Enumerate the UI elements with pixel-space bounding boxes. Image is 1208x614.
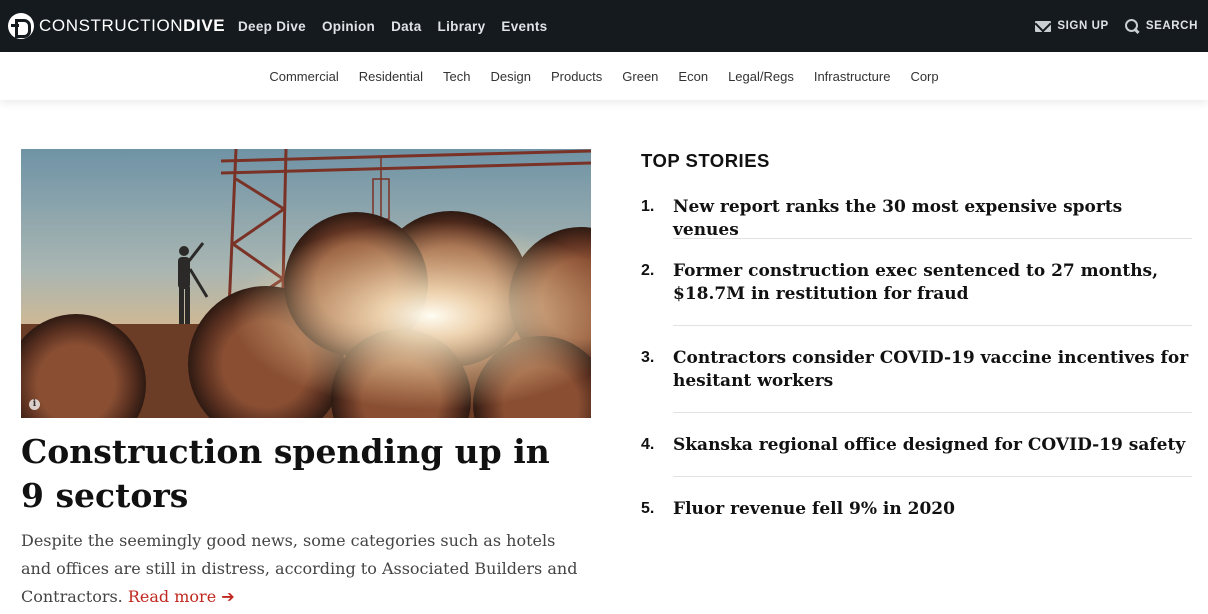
nav-deep-dive[interactable]: Deep Dive <box>238 19 306 34</box>
topic-nav: Commercial Residential Tech Design Produ… <box>0 52 1208 100</box>
topic-green[interactable]: Green <box>622 69 658 84</box>
story-divider <box>673 238 1192 239</box>
story-link[interactable]: Contractors consider COVID-19 vaccine in… <box>673 347 1192 393</box>
story-divider <box>673 412 1192 413</box>
read-more-link[interactable]: Read more ➔ <box>128 587 235 606</box>
topic-products[interactable]: Products <box>551 69 602 84</box>
signup-label: SIGN UP <box>1057 20 1109 32</box>
story-number: 4. <box>641 436 655 453</box>
hero-headline[interactable]: Construction spending up in 9 sectors <box>21 430 581 518</box>
top-stories-heading: TOP STORIES <box>641 150 770 171</box>
nav-events[interactable]: Events <box>501 19 547 34</box>
signup-button[interactable]: SIGN UP <box>1035 20 1109 32</box>
story-number: 2. <box>641 262 655 279</box>
topic-legal-regs[interactable]: Legal/Regs <box>728 69 794 84</box>
nav-opinion[interactable]: Opinion <box>322 19 375 34</box>
topic-design[interactable]: Design <box>491 69 531 84</box>
main-nav: Deep Dive Opinion Data Library Events <box>238 0 564 52</box>
logo-text-bold: DIVE <box>183 16 226 35</box>
story-link[interactable]: Former construction exec sentenced to 27… <box>673 260 1192 306</box>
topic-commercial[interactable]: Commercial <box>269 69 338 84</box>
story-number: 1. <box>641 198 655 215</box>
story-divider <box>673 476 1192 477</box>
story-divider <box>673 325 1192 326</box>
topic-econ[interactable]: Econ <box>678 69 708 84</box>
hero-image[interactable]: i <box>21 149 591 418</box>
top-bar: CONSTRUCTIONDIVE Deep Dive Opinion Data … <box>0 0 1208 52</box>
logo-text-light: CONSTRUCTION <box>39 16 184 35</box>
logo-mark-icon <box>8 13 34 39</box>
info-icon[interactable]: i <box>29 399 40 410</box>
story-link[interactable]: New report ranks the 30 most expensive s… <box>673 196 1192 242</box>
nav-library[interactable]: Library <box>438 19 486 34</box>
story-link[interactable]: Fluor revenue fell 9% in 2020 <box>673 498 1192 521</box>
nav-data[interactable]: Data <box>391 19 421 34</box>
story-number: 5. <box>641 500 655 517</box>
hero-illustration <box>21 149 591 418</box>
topic-tech[interactable]: Tech <box>443 69 470 84</box>
hero-dek: Despite the seemingly good news, some ca… <box>21 527 581 611</box>
story-number: 3. <box>641 349 655 366</box>
story-link[interactable]: Skanska regional office designed for COV… <box>673 434 1192 457</box>
utility-links: SIGN UP SEARCH <box>1019 0 1198 52</box>
site-logo[interactable]: CONSTRUCTIONDIVE <box>8 11 225 41</box>
mail-icon <box>1035 20 1052 32</box>
topic-infrastructure[interactable]: Infrastructure <box>814 69 891 84</box>
logo-text: CONSTRUCTIONDIVE <box>39 16 225 36</box>
search-icon <box>1124 19 1139 33</box>
search-label: SEARCH <box>1145 20 1198 32</box>
hero-dek-text: Despite the seemingly good news, some ca… <box>21 531 578 606</box>
search-button[interactable]: SEARCH <box>1124 19 1198 33</box>
topic-corp[interactable]: Corp <box>910 69 938 84</box>
topic-residential[interactable]: Residential <box>359 69 423 84</box>
